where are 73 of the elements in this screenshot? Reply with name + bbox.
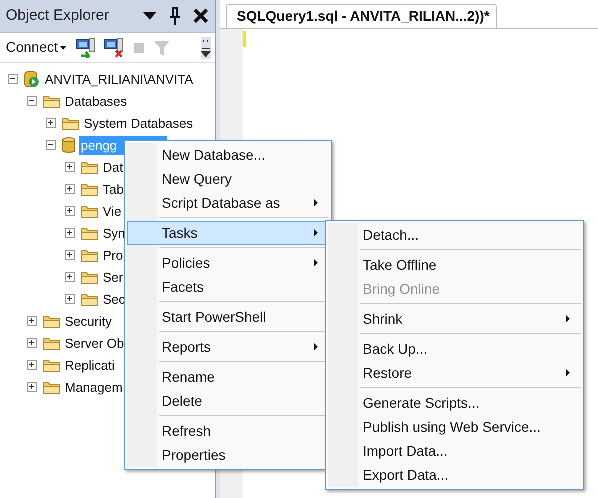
folder-icon [81,182,98,196]
expand-icon[interactable] [65,228,75,238]
tree-item[interactable]: Syn [101,224,128,242]
expand-icon[interactable] [65,272,75,282]
menu-item[interactable]: Publish using Web Service... [328,415,581,439]
connect-icon[interactable] [75,38,98,58]
menu-item[interactable]: Policies [127,251,329,275]
panel-title: Object Explorer [6,6,110,26]
close-icon[interactable] [193,8,209,24]
document-tab[interactable]: SQLQuery1.sql - ANVITA_RILIAN...2))* [226,4,497,28]
connect-button[interactable]: Connect [4,37,70,58]
menu-item[interactable]: Rename [127,365,329,389]
tree-item[interactable]: Security [63,312,114,330]
menu-item[interactable]: New Query [127,167,329,191]
folder-icon [81,204,98,218]
expand-icon[interactable] [65,250,75,260]
tree-item[interactable]: Dat [101,158,126,176]
expand-icon[interactable] [65,184,75,194]
expand-icon[interactable] [27,360,37,370]
folder-icon [81,160,98,174]
menu-item[interactable]: Back Up... [328,337,581,361]
menu-item[interactable]: Import Data... [328,439,581,463]
tree-item[interactable]: Tab [101,180,126,198]
expand-icon[interactable] [65,162,75,172]
tree-item[interactable]: Sec [101,290,128,308]
collapse-icon[interactable] [27,96,37,106]
expand-icon[interactable] [27,382,37,392]
expand-icon[interactable] [27,316,37,326]
pin-icon[interactable] [169,7,181,25]
tree-item[interactable]: Pro [101,246,126,264]
menu-item[interactable]: Start PowerShell [127,305,329,329]
tree-item[interactable]: Databases [63,92,130,110]
expand-icon[interactable] [65,294,75,304]
tree-item[interactable]: Server Ob [63,334,126,352]
collapse-icon[interactable] [8,74,18,84]
menu-item[interactable]: Delete [127,389,329,413]
folder-icon [81,248,98,262]
folder-icon [62,116,79,130]
folder-icon [81,270,98,284]
menu-item[interactable]: Detach... [328,223,581,247]
menu-item[interactable]: Properties [127,443,329,467]
folder-icon [81,226,98,240]
menu-item[interactable]: Refresh [127,419,329,443]
menu-item[interactable]: Take Offline [328,253,581,277]
tree-item[interactable]: Managem [63,378,125,396]
folder-icon [43,358,60,372]
menu-item[interactable]: Restore [328,361,581,385]
collapse-icon[interactable] [46,140,56,150]
menu-item[interactable]: Shrink [328,307,581,331]
expand-icon[interactable] [65,206,75,216]
menu-item[interactable]: Generate Scripts... [328,391,581,415]
tree-item[interactable]: ANVITA_RILIANI\ANVITA [43,70,196,88]
database-icon [62,136,76,154]
server-icon [24,70,40,88]
tree-item[interactable]: Ser [101,268,126,286]
overflow-icon[interactable] [201,36,211,58]
folder-icon [43,314,60,328]
expand-icon[interactable] [27,338,37,348]
dropdown-icon[interactable] [143,12,157,20]
folder-icon [43,94,60,108]
tree-item[interactable]: System Databases [82,114,196,132]
menu-item[interactable]: Export Data... [328,463,581,487]
folder-icon [43,336,60,350]
caret-icon [60,46,68,50]
menu-item[interactable]: Script Database as [127,191,329,215]
tree-item[interactable]: Replicati [63,356,117,374]
menu-item[interactable]: Facets [127,275,329,299]
disconnect-icon[interactable] [103,38,126,58]
tree-item[interactable]: Vie [101,202,124,220]
folder-icon [43,380,60,394]
expand-icon[interactable] [46,118,56,128]
folder-icon [81,292,98,306]
menu-item[interactable]: Reports [127,335,329,359]
